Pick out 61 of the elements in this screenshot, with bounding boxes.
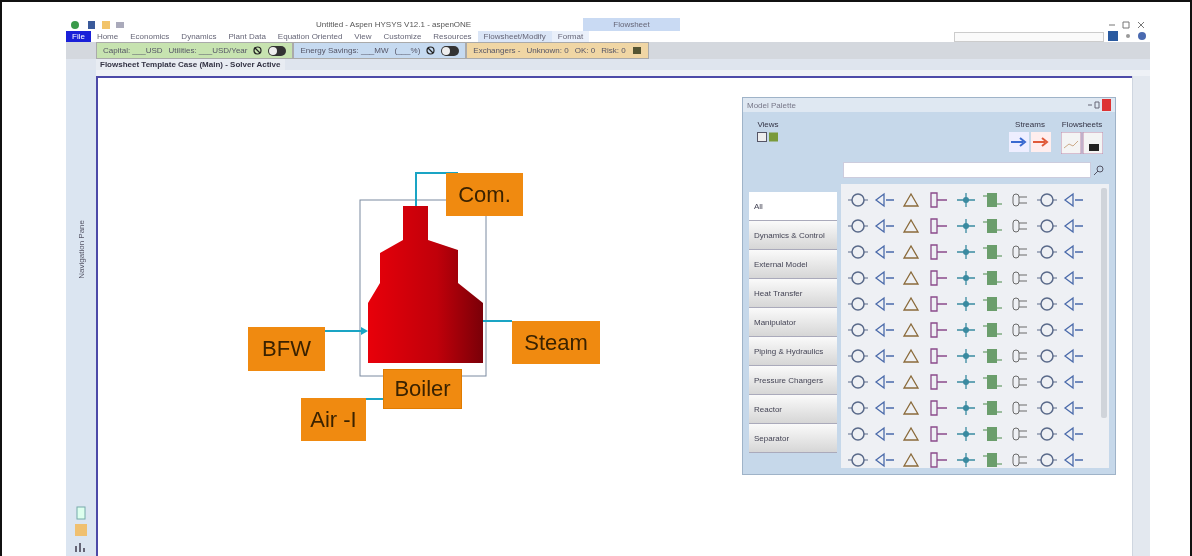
help-icons[interactable] xyxy=(1108,31,1148,41)
navigation-pane-label: Navigation Pane xyxy=(76,220,86,279)
stream-arrows-icon[interactable] xyxy=(1009,132,1051,152)
unit-label[interactable]: Boiler xyxy=(383,369,462,409)
palette-title: Model Palette xyxy=(747,100,796,110)
stream-line[interactable] xyxy=(415,172,459,207)
analysis-text: Capital: ___USD xyxy=(103,46,163,55)
stream-label[interactable]: Steam xyxy=(512,321,600,364)
category-button[interactable]: Reactor xyxy=(749,395,837,424)
ribbon-tab[interactable]: File xyxy=(66,31,91,42)
window-controls-icon[interactable] xyxy=(1106,19,1146,30)
boiler-drawing[interactable] xyxy=(368,206,483,363)
analysis-text: Unknown: 0 xyxy=(526,46,569,55)
search-icon[interactable] xyxy=(1093,164,1105,176)
sub-flowsheet-icons[interactable] xyxy=(1061,132,1103,154)
toggle-switch[interactable] xyxy=(441,45,460,56)
category-button[interactable]: Dynamics & Control xyxy=(749,221,837,250)
palette-search-field[interactable] xyxy=(843,162,1091,178)
context-tab-header: Flowsheet xyxy=(583,18,680,31)
analysis-text: Energy Savings: ___MW xyxy=(300,46,389,55)
stream-arrow[interactable] xyxy=(324,327,368,335)
analysis-text: Utilities: ___USD/Year xyxy=(168,46,248,55)
ribbon-tab[interactable]: Dynamics xyxy=(175,31,223,42)
chart-icon[interactable] xyxy=(74,540,88,554)
prohibit-icon xyxy=(426,46,436,55)
streams-label: Streams xyxy=(1015,120,1045,129)
toggle-switch[interactable] xyxy=(268,45,287,56)
category-button[interactable]: External Model xyxy=(749,250,837,279)
close-icon[interactable] xyxy=(1087,99,1111,111)
category-button[interactable]: Pressure Changers xyxy=(749,366,837,395)
ribbon-tab[interactable]: Resources xyxy=(427,31,478,42)
ribbon-tab[interactable]: View xyxy=(348,31,378,42)
analysis-text: OK: 0 xyxy=(574,46,596,55)
stream-label[interactable]: Com. xyxy=(446,173,523,216)
category-button[interactable]: Piping & Hydraulics xyxy=(749,337,837,366)
scrollbar[interactable] xyxy=(1101,188,1107,418)
ribbon-tab[interactable]: Flowsheet/Modify xyxy=(477,31,552,42)
ribbon-tab[interactable]: Format xyxy=(551,31,590,42)
scrollbar[interactable] xyxy=(1132,76,1150,556)
ribbon-tab[interactable]: Equation Oriented xyxy=(271,31,349,42)
category-button[interactable]: Separator xyxy=(749,424,837,453)
views-label: Views xyxy=(757,120,779,129)
prohibit-icon xyxy=(253,46,263,55)
stream-label[interactable]: BFW xyxy=(248,327,325,371)
analysis-text: Exchangers - xyxy=(473,46,521,55)
ribbon-tab[interactable]: Customize xyxy=(377,31,428,42)
analysis-text: Risk: 0 xyxy=(601,46,626,55)
category-button[interactable]: All xyxy=(749,192,837,221)
search-field[interactable] xyxy=(954,32,1104,42)
flowsheets-label: Flowsheets xyxy=(1061,120,1103,129)
ribbon-tab[interactable]: Plant Data xyxy=(222,31,272,42)
window-title: Untitled - Aspen HYSYS V12.1 - aspenONE xyxy=(316,20,472,29)
ribbon-tab[interactable]: Economics xyxy=(124,31,176,42)
analysis-text: (___%) xyxy=(394,46,421,55)
ribbon-tab[interactable]: Home xyxy=(90,31,125,42)
view-icons[interactable] xyxy=(757,132,779,142)
stream-line[interactable] xyxy=(482,320,513,322)
category-button[interactable]: Manipulator xyxy=(749,308,837,337)
stream-label[interactable]: Air -I xyxy=(301,398,366,441)
category-button[interactable]: Heat Transfer xyxy=(749,279,837,308)
document-tab[interactable]: Flowsheet Template Case (Main) - Solver Active xyxy=(96,59,285,70)
